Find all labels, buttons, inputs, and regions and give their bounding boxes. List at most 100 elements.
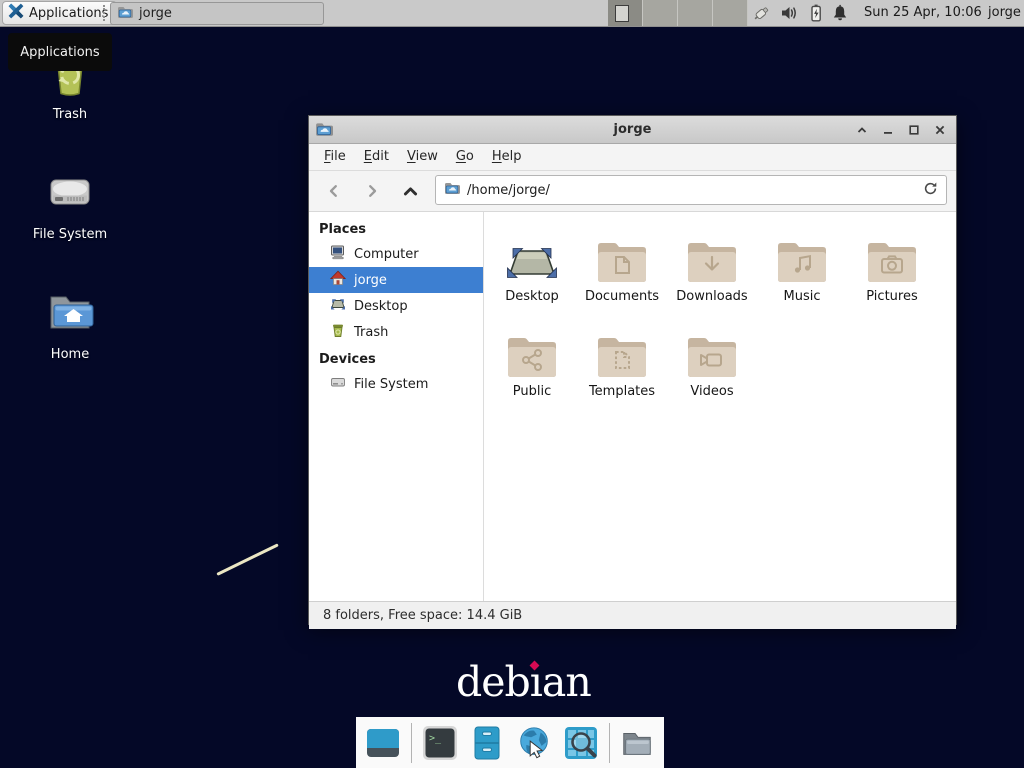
path-entry[interactable]: /home/jorge/ bbox=[435, 175, 947, 205]
taskbar-window-button[interactable]: jorge bbox=[110, 2, 324, 25]
desktop-icon-label: Home bbox=[51, 347, 89, 362]
videos-folder-icon bbox=[686, 316, 738, 380]
desktop-icon-file-system[interactable]: File System bbox=[20, 166, 120, 242]
trash-icon bbox=[330, 322, 346, 342]
sidebar-item-file-system[interactable]: File System bbox=[309, 371, 483, 397]
applications-tooltip: Applications bbox=[8, 33, 112, 71]
web-browser-icon[interactable] bbox=[515, 724, 553, 762]
desktop-icon-label: File System bbox=[33, 227, 107, 242]
desktop-icon-home[interactable]: Home bbox=[20, 286, 120, 362]
drive-icon bbox=[44, 166, 96, 222]
statusbar: 8 folders, Free space: 14.4 GiB bbox=[309, 601, 956, 629]
sidebar-item-jorge[interactable]: jorge bbox=[309, 267, 483, 293]
applications-menu-button[interactable]: Applications bbox=[2, 1, 117, 25]
workspace-4[interactable] bbox=[713, 0, 748, 26]
top-panel: Applications jorge bbox=[0, 0, 1024, 27]
workspace-1[interactable] bbox=[608, 0, 643, 26]
file-cabinet-icon[interactable] bbox=[468, 724, 506, 762]
file-item-label: Pictures bbox=[866, 289, 917, 304]
workspace-3[interactable] bbox=[678, 0, 713, 26]
sidebar-item-desktop[interactable]: Desktop bbox=[309, 293, 483, 319]
file-item-music[interactable]: Music bbox=[757, 221, 847, 316]
volume-icon[interactable] bbox=[779, 3, 799, 23]
sidebar: Places Computer bbox=[309, 212, 484, 601]
show-desktop-icon[interactable] bbox=[364, 724, 402, 762]
maximize-icon[interactable] bbox=[904, 120, 924, 140]
documents-folder-icon bbox=[596, 221, 648, 285]
menu-view[interactable]: View bbox=[398, 144, 447, 170]
debian-logo: debıan bbox=[456, 658, 591, 706]
forward-icon[interactable] bbox=[355, 175, 389, 207]
battery-icon[interactable] bbox=[806, 3, 826, 23]
back-icon[interactable] bbox=[317, 175, 351, 207]
file-manager-window: jorge File Edit View Go Help bbox=[308, 115, 957, 625]
file-item-downloads[interactable]: Downloads bbox=[667, 221, 757, 316]
toolbar: /home/jorge/ bbox=[309, 171, 956, 212]
close-icon[interactable] bbox=[930, 120, 950, 140]
menu-help[interactable]: Help bbox=[483, 144, 531, 170]
power-plug-icon[interactable] bbox=[752, 3, 772, 23]
bell-icon[interactable] bbox=[830, 3, 850, 23]
window-folder-icon bbox=[117, 4, 133, 24]
file-item-label: Downloads bbox=[676, 289, 747, 304]
file-item-label: Desktop bbox=[505, 289, 559, 304]
sidebar-item-label: Computer bbox=[354, 247, 419, 262]
sidebar-item-label: jorge bbox=[354, 273, 387, 288]
sidebar-item-computer[interactable]: Computer bbox=[309, 241, 483, 267]
file-item-pictures[interactable]: Pictures bbox=[847, 221, 937, 316]
file-item-templates[interactable]: Templates bbox=[577, 316, 667, 411]
music-folder-icon bbox=[776, 221, 828, 285]
home-folder-icon bbox=[44, 286, 96, 342]
menu-edit[interactable]: Edit bbox=[355, 144, 398, 170]
path-text: /home/jorge/ bbox=[467, 183, 916, 198]
drive-icon bbox=[330, 374, 346, 394]
downloads-folder-icon bbox=[686, 221, 738, 285]
svg-text:>_: >_ bbox=[429, 733, 442, 744]
sidebar-devices-header: Devices bbox=[309, 348, 483, 371]
statusbar-text: 8 folders, Free space: 14.4 GiB bbox=[323, 608, 522, 623]
tooltip-text: Applications bbox=[20, 45, 99, 60]
directory-menu-folder-icon[interactable] bbox=[619, 724, 656, 762]
shade-icon[interactable] bbox=[852, 120, 872, 140]
menu-file[interactable]: File bbox=[315, 144, 355, 170]
sidebar-item-label: File System bbox=[354, 377, 428, 392]
sidebar-item-trash[interactable]: Trash bbox=[309, 319, 483, 345]
bottom-dock: >_ bbox=[356, 717, 664, 768]
file-item-label: Templates bbox=[589, 384, 655, 399]
public-folder-icon bbox=[506, 316, 558, 380]
wallpaper-swirl-line bbox=[216, 543, 278, 576]
minimize-icon[interactable] bbox=[878, 120, 898, 140]
path-folder-icon bbox=[444, 180, 460, 200]
terminal-icon[interactable]: >_ bbox=[421, 724, 459, 762]
file-item-documents[interactable]: Documents bbox=[577, 221, 667, 316]
home-icon bbox=[330, 270, 346, 290]
file-item-desktop[interactable]: Desktop bbox=[487, 221, 577, 316]
dock-separator bbox=[411, 723, 412, 763]
panel-clock[interactable]: Sun 25 Apr, 10:06 bbox=[864, 0, 982, 26]
pictures-folder-icon bbox=[866, 221, 918, 285]
menu-go[interactable]: Go bbox=[447, 144, 483, 170]
panel-handle[interactable] bbox=[103, 5, 105, 21]
menubar: File Edit View Go Help bbox=[309, 144, 956, 171]
file-item-label: Public bbox=[513, 384, 551, 399]
reload-icon[interactable] bbox=[923, 181, 938, 200]
titlebar[interactable]: jorge bbox=[309, 116, 956, 144]
file-item-label: Videos bbox=[690, 384, 733, 399]
applications-menu-label: Applications bbox=[29, 6, 108, 21]
computer-icon bbox=[330, 244, 346, 264]
app-finder-icon[interactable] bbox=[562, 724, 600, 762]
templates-folder-icon bbox=[596, 316, 648, 380]
applications-logo-icon bbox=[7, 2, 25, 24]
desktop-icon bbox=[506, 221, 558, 285]
window-folder-icon bbox=[315, 120, 333, 142]
desktop-icon-label: Trash bbox=[53, 107, 87, 122]
taskbar-window-label: jorge bbox=[139, 6, 172, 21]
workspace-2[interactable] bbox=[643, 0, 678, 26]
file-item-public[interactable]: Public bbox=[487, 316, 577, 411]
workspace-pager bbox=[608, 0, 748, 26]
file-item-videos[interactable]: Videos bbox=[667, 316, 757, 411]
file-item-label: Music bbox=[784, 289, 821, 304]
panel-user-menu[interactable]: jorge bbox=[988, 0, 1021, 26]
up-icon[interactable] bbox=[393, 175, 427, 207]
file-view: Desktop Documents bbox=[484, 212, 956, 601]
